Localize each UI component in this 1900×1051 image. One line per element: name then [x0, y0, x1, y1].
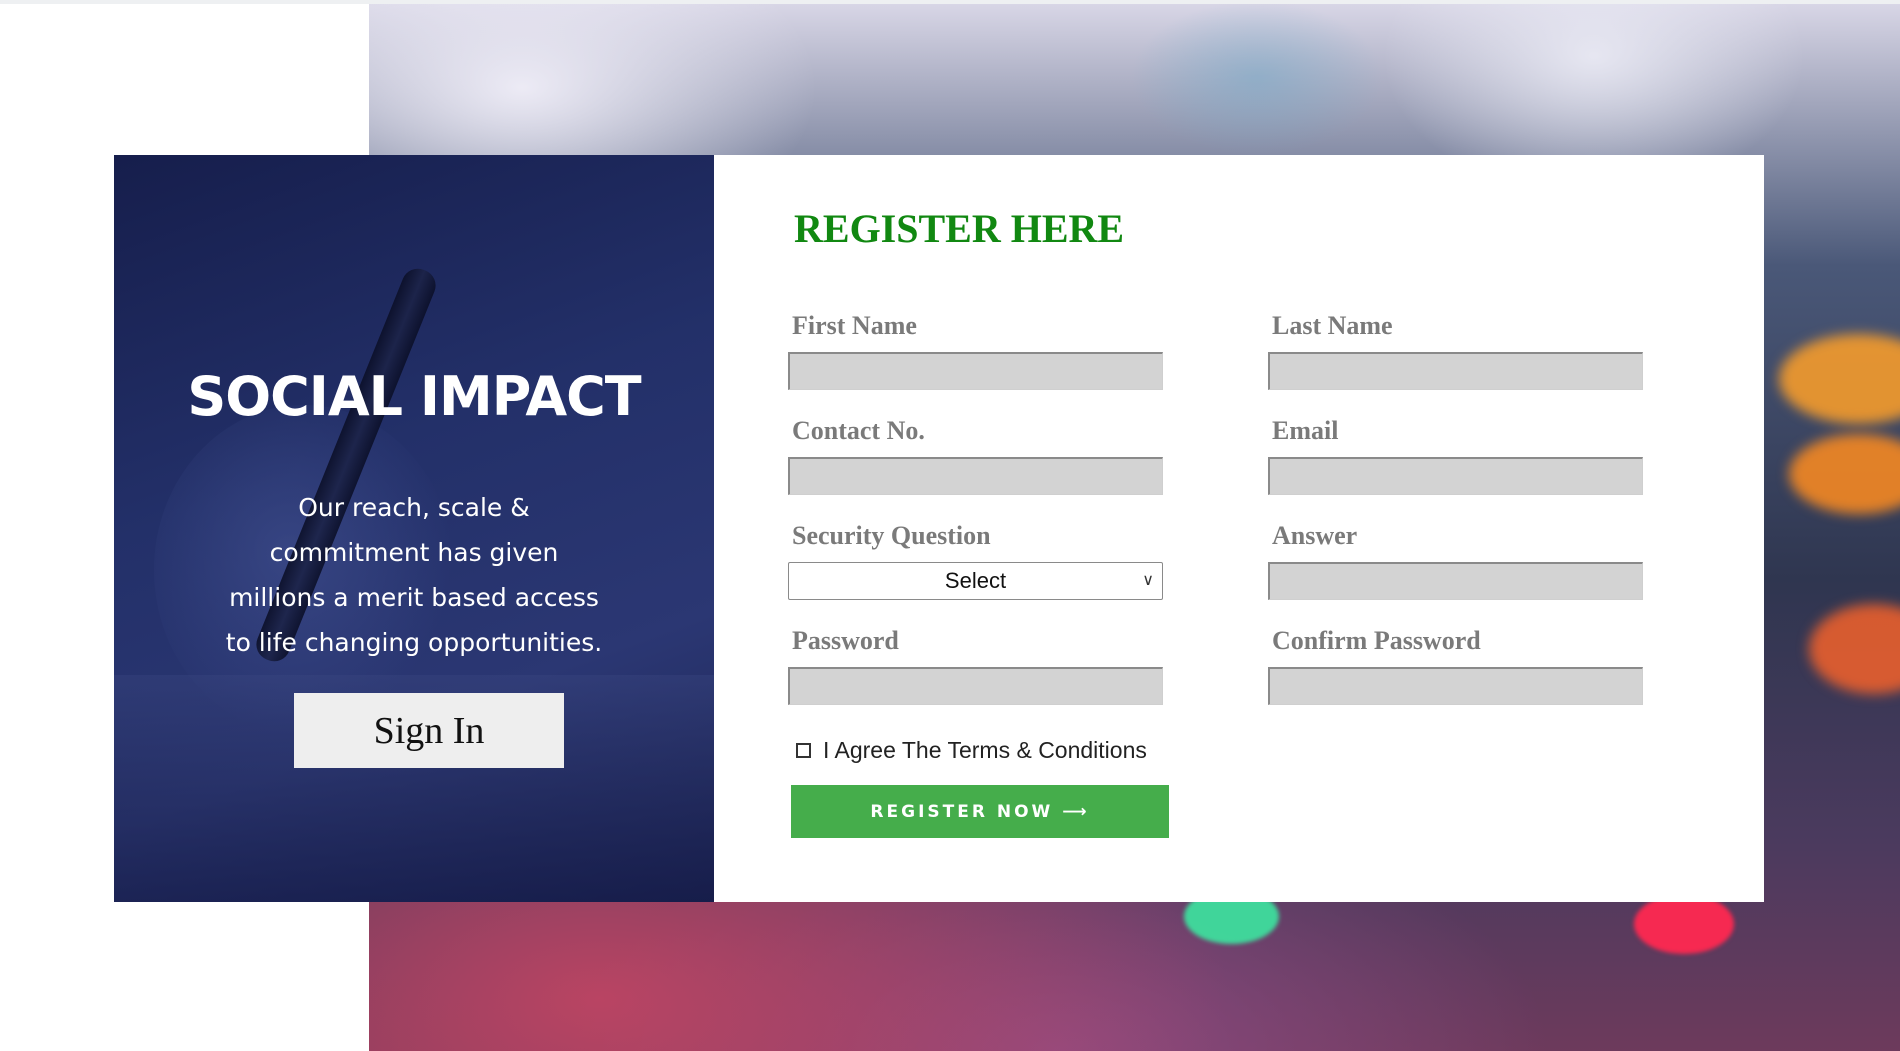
answer-input[interactable] [1268, 562, 1643, 600]
answer-label: Answer [1272, 521, 1358, 550]
confirm-password-group: Confirm Password [1268, 625, 1643, 705]
security-question-group: Security Question Select ∨ [788, 520, 1163, 600]
password-group: Password [788, 625, 1163, 705]
answer-group: Answer [1268, 520, 1643, 600]
contact-group: Contact No. [788, 415, 1163, 495]
terms-label: I Agree The Terms & Conditions [823, 736, 1147, 763]
bokeh-light [1634, 894, 1734, 954]
last-name-group: Last Name [1268, 310, 1643, 390]
email-input[interactable] [1268, 457, 1643, 495]
email-group: Email [1268, 415, 1643, 495]
register-card: SOCIAL IMPACT Our reach, scale & commitm… [114, 155, 1764, 902]
register-form: REGISTER HERE First Name Last Name Conta… [714, 155, 1764, 902]
panel-description: Our reach, scale & commitment has given … [225, 493, 603, 657]
security-question-label: Security Question [792, 521, 991, 550]
panel-title: SOCIAL IMPACT [187, 365, 641, 428]
bokeh-light [1789, 434, 1900, 514]
bokeh-light [1779, 334, 1900, 424]
chevron-down-icon: ∨ [1142, 572, 1154, 589]
contact-label: Contact No. [792, 416, 925, 445]
email-label: Email [1272, 416, 1339, 445]
terms-row: I Agree The Terms & Conditions [796, 730, 1147, 770]
bokeh-light [1809, 604, 1900, 694]
select-value: Select [944, 568, 1007, 593]
first-name-label: First Name [792, 311, 917, 340]
security-question-select[interactable]: Select ∨ [788, 562, 1163, 600]
info-panel: SOCIAL IMPACT Our reach, scale & commitm… [114, 155, 714, 902]
terms-checkbox[interactable] [796, 742, 811, 758]
form-title: REGISTER HERE [794, 206, 1125, 251]
register-now-button[interactable]: REGISTER NOW ⟶ [791, 785, 1169, 838]
first-name-input[interactable] [788, 352, 1163, 390]
password-input[interactable] [788, 667, 1163, 705]
sign-in-button[interactable]: Sign In [294, 693, 564, 768]
confirm-password-input[interactable] [1268, 667, 1643, 705]
last-name-label: Last Name [1272, 311, 1393, 340]
password-label: Password [792, 626, 899, 655]
contact-input[interactable] [788, 457, 1163, 495]
last-name-input[interactable] [1268, 352, 1643, 390]
confirm-password-label: Confirm Password [1272, 626, 1481, 655]
first-name-group: First Name [788, 310, 1163, 390]
